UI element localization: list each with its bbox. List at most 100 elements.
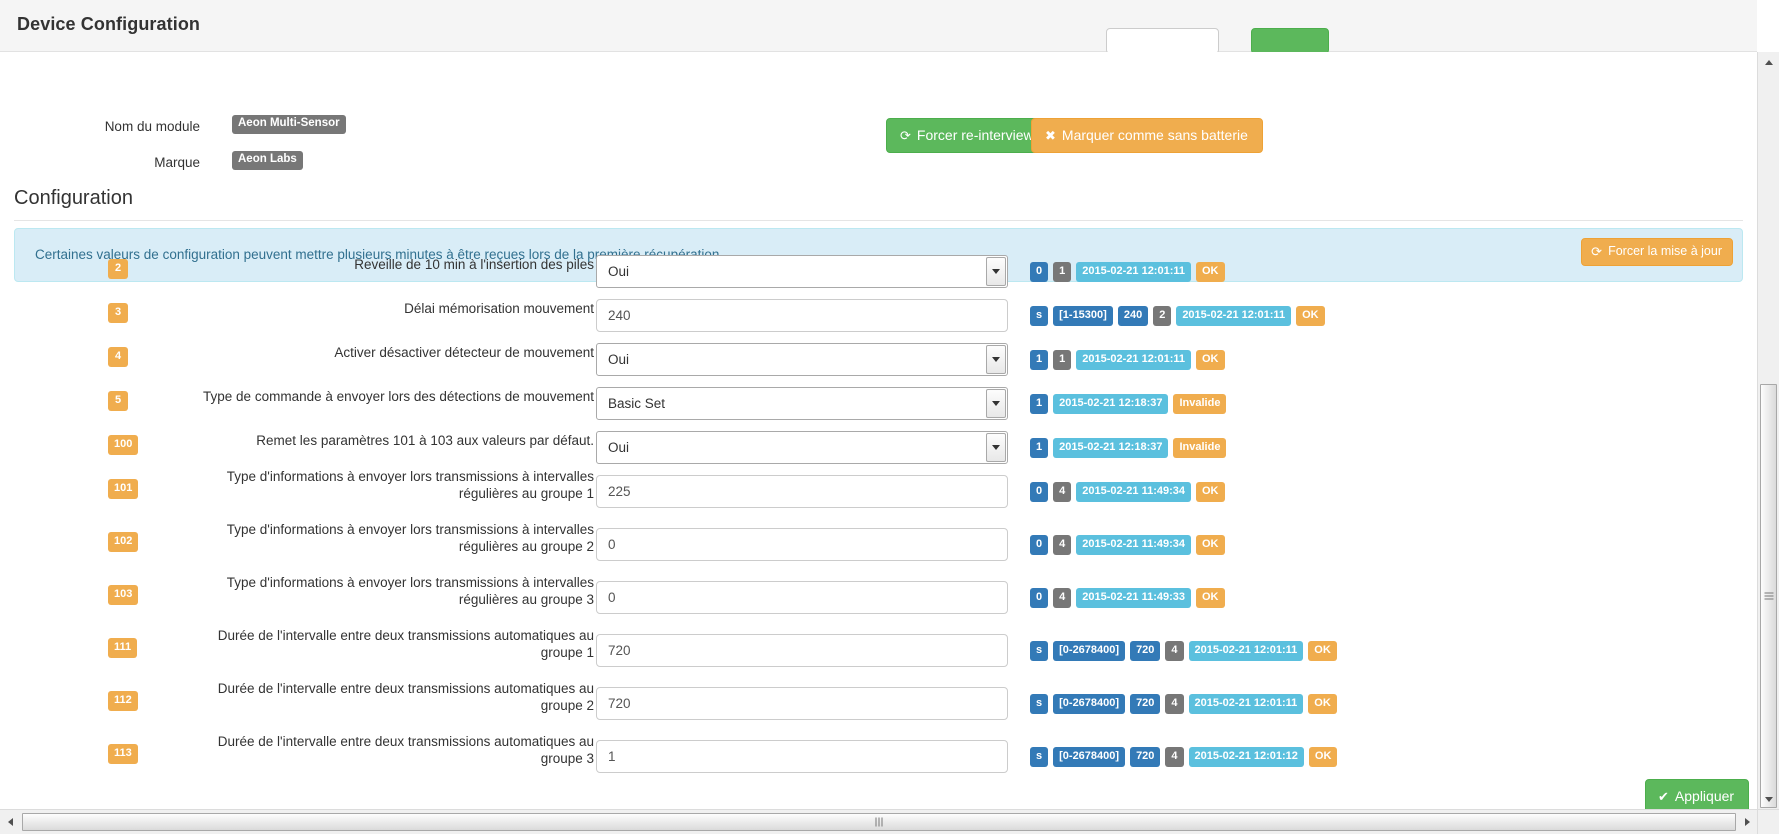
check-icon: ✔ [1658,788,1669,804]
parameter-text-input[interactable] [596,740,1008,773]
window-title: Device Configuration [17,14,201,34]
mark-no-battery-button[interactable]: ✖ Marquer comme sans batterie [1031,118,1263,153]
status-badge: 2015-02-21 12:01:11 [1076,262,1191,282]
config-row: 2 Reveille de 10 min à l'insertion des pi… [0,255,1757,295]
status-badge: 1 [1030,438,1049,458]
status-badge: 0 [1030,588,1049,608]
configuration-heading: Configuration [14,187,133,209]
parameter-label: Type d'informations à envoyer lors trans… [226,469,594,501]
module-name-label: Nom du module [104,119,200,134]
vertical-scrollbar[interactable] [1757,52,1779,809]
status-badge: OK [1308,747,1338,767]
parameter-status-badges: s [0-2678400] 720 4 2015-02-21 12:01:11 OK [1030,694,1337,714]
status-badge: 2015-02-21 12:18:37 [1053,438,1169,458]
status-badge: 720 [1130,694,1161,714]
status-badge: 1 [1053,262,1072,282]
partially-hidden-green-button[interactable] [1251,28,1329,54]
parameter-label: Activer désactiver détecteur de mouvemen… [334,345,594,360]
parameter-select-control[interactable]: OuiNon [596,343,1008,376]
scroll-left-button[interactable] [0,811,20,833]
status-badge: 0 [1030,482,1049,502]
horizontal-scrollbar-thumb[interactable] [22,813,1736,831]
parameter-select-control[interactable]: OuiNon [596,431,1008,464]
parameter-label: Durée de l'intervalle entre deux transmi… [217,681,594,713]
status-badge: 1 [1053,350,1072,370]
status-badge: 2015-02-21 12:18:37 [1053,394,1169,414]
force-reinterview-button[interactable]: ⟳ Forcer re-interview [886,118,1049,153]
status-badge: 4 [1053,535,1072,555]
scroll-up-button[interactable] [1758,52,1779,72]
config-row: 102 Type d'informations à envoyer lors tr… [0,522,1757,568]
parameter-number-badge: 3 [108,303,128,323]
apply-label: Appliquer [1674,788,1735,804]
parameter-label: Type de commande à envoyer lors des déte… [203,389,594,404]
status-badge: 2015-02-21 12:01:11 [1188,694,1304,714]
config-row: 4 Activer désactiver détecteur de mouveme… [0,343,1757,383]
parameter-label: Délai mémorisation mouvement [404,301,594,316]
parameter-text-input[interactable] [596,299,1008,332]
parameter-text-input[interactable] [596,581,1008,614]
scroll-right-button[interactable] [1737,811,1757,833]
config-row: 101 Type d'informations à envoyer lors tr… [0,469,1757,515]
status-badge: 240 [1117,306,1149,326]
parameter-number-badge: 2 [108,259,128,279]
parameter-select[interactable]: OuiNon [596,431,1008,464]
parameter-status-badges: 0 1 2015-02-21 12:01:11 OK [1030,262,1225,282]
status-badge: s [1030,694,1049,714]
status-badge: 2015-02-21 12:01:11 [1188,641,1304,661]
parameter-text-input[interactable] [596,687,1008,720]
status-badge: 2015-02-21 12:01:12 [1188,747,1304,767]
horizontal-scrollbar[interactable] [0,809,1757,834]
status-badge: 4 [1165,694,1184,714]
status-badge: 0 [1030,535,1049,555]
scroll-down-button[interactable] [1758,789,1779,809]
status-badge: 720 [1130,641,1161,661]
triangle-down-icon [1764,796,1773,802]
parameter-select-control[interactable]: Basic SetSensor Binary Report [596,387,1008,420]
parameter-label: Type d'informations à envoyer lors trans… [226,575,594,607]
parameter-select[interactable]: OuiNon [596,255,1008,288]
parameter-select[interactable]: OuiNon [596,343,1008,376]
module-name-row: Nom du module Aeon Multi-Sensor [0,115,1000,143]
grip-icon [1764,592,1773,600]
close-x-icon: ✖ [1045,127,1056,143]
status-badge: OK [1296,306,1325,326]
status-badge: 2015-02-21 11:49:33 [1076,588,1191,608]
brand-row: Marque Aeon Labs [0,151,1000,179]
force-reinterview-label: Forcer re-interview [916,127,1034,143]
status-badge: [0-2678400] [1053,747,1126,767]
parameter-status-badges: 1 1 2015-02-21 12:01:11 OK [1030,350,1225,370]
parameter-select[interactable]: Basic SetSensor Binary Report [596,387,1008,420]
status-badge: 4 [1053,588,1072,608]
parameter-number-badge: 102 [108,532,139,552]
status-badge: 720 [1130,747,1161,767]
parameter-number-badge: 5 [108,391,128,411]
status-badge: 4 [1053,482,1072,502]
parameter-status-badges: 1 2015-02-21 12:18:37 Invalide [1030,394,1227,414]
parameter-label: Durée de l'intervalle entre deux transmi… [217,734,594,766]
status-badge: s [1030,641,1049,661]
status-badge: OK [1308,641,1337,661]
status-badge: OK [1308,694,1337,714]
config-row: 112 Durée de l'intervalle entre deux tran… [0,681,1757,727]
status-badge: 1 [1030,350,1049,370]
config-row: 113 Durée de l'intervalle entre deux tran… [0,734,1757,780]
parameter-status-badges: 0 4 2015-02-21 11:49:34 OK [1030,482,1225,502]
parameter-status-badges: 0 4 2015-02-21 11:49:34 OK [1030,535,1225,555]
partially-hidden-input[interactable] [1106,28,1219,54]
parameter-number-badge: 101 [108,479,139,499]
parameter-status-badges: s [0-2678400] 720 4 2015-02-21 12:01:11 OK [1030,641,1337,661]
parameter-select-control[interactable]: OuiNon [596,255,1008,288]
parameter-text-input[interactable] [596,528,1008,561]
status-badge: 0 [1030,262,1049,282]
parameter-text-input[interactable] [596,634,1008,667]
status-badge: s [1030,747,1049,767]
parameter-number-badge: 4 [108,347,128,367]
grip-icon [875,817,883,827]
parameter-text-input[interactable] [596,475,1008,508]
status-badge: 2 [1153,306,1172,326]
vertical-scrollbar-thumb[interactable] [1760,384,1777,808]
parameter-status-badges: s [1-15300] 240 2 2015-02-21 12:01:11 OK [1030,306,1325,326]
mark-no-battery-label: Marquer comme sans batterie [1061,127,1248,143]
parameter-label: Durée de l'intervalle entre deux transmi… [217,628,594,660]
